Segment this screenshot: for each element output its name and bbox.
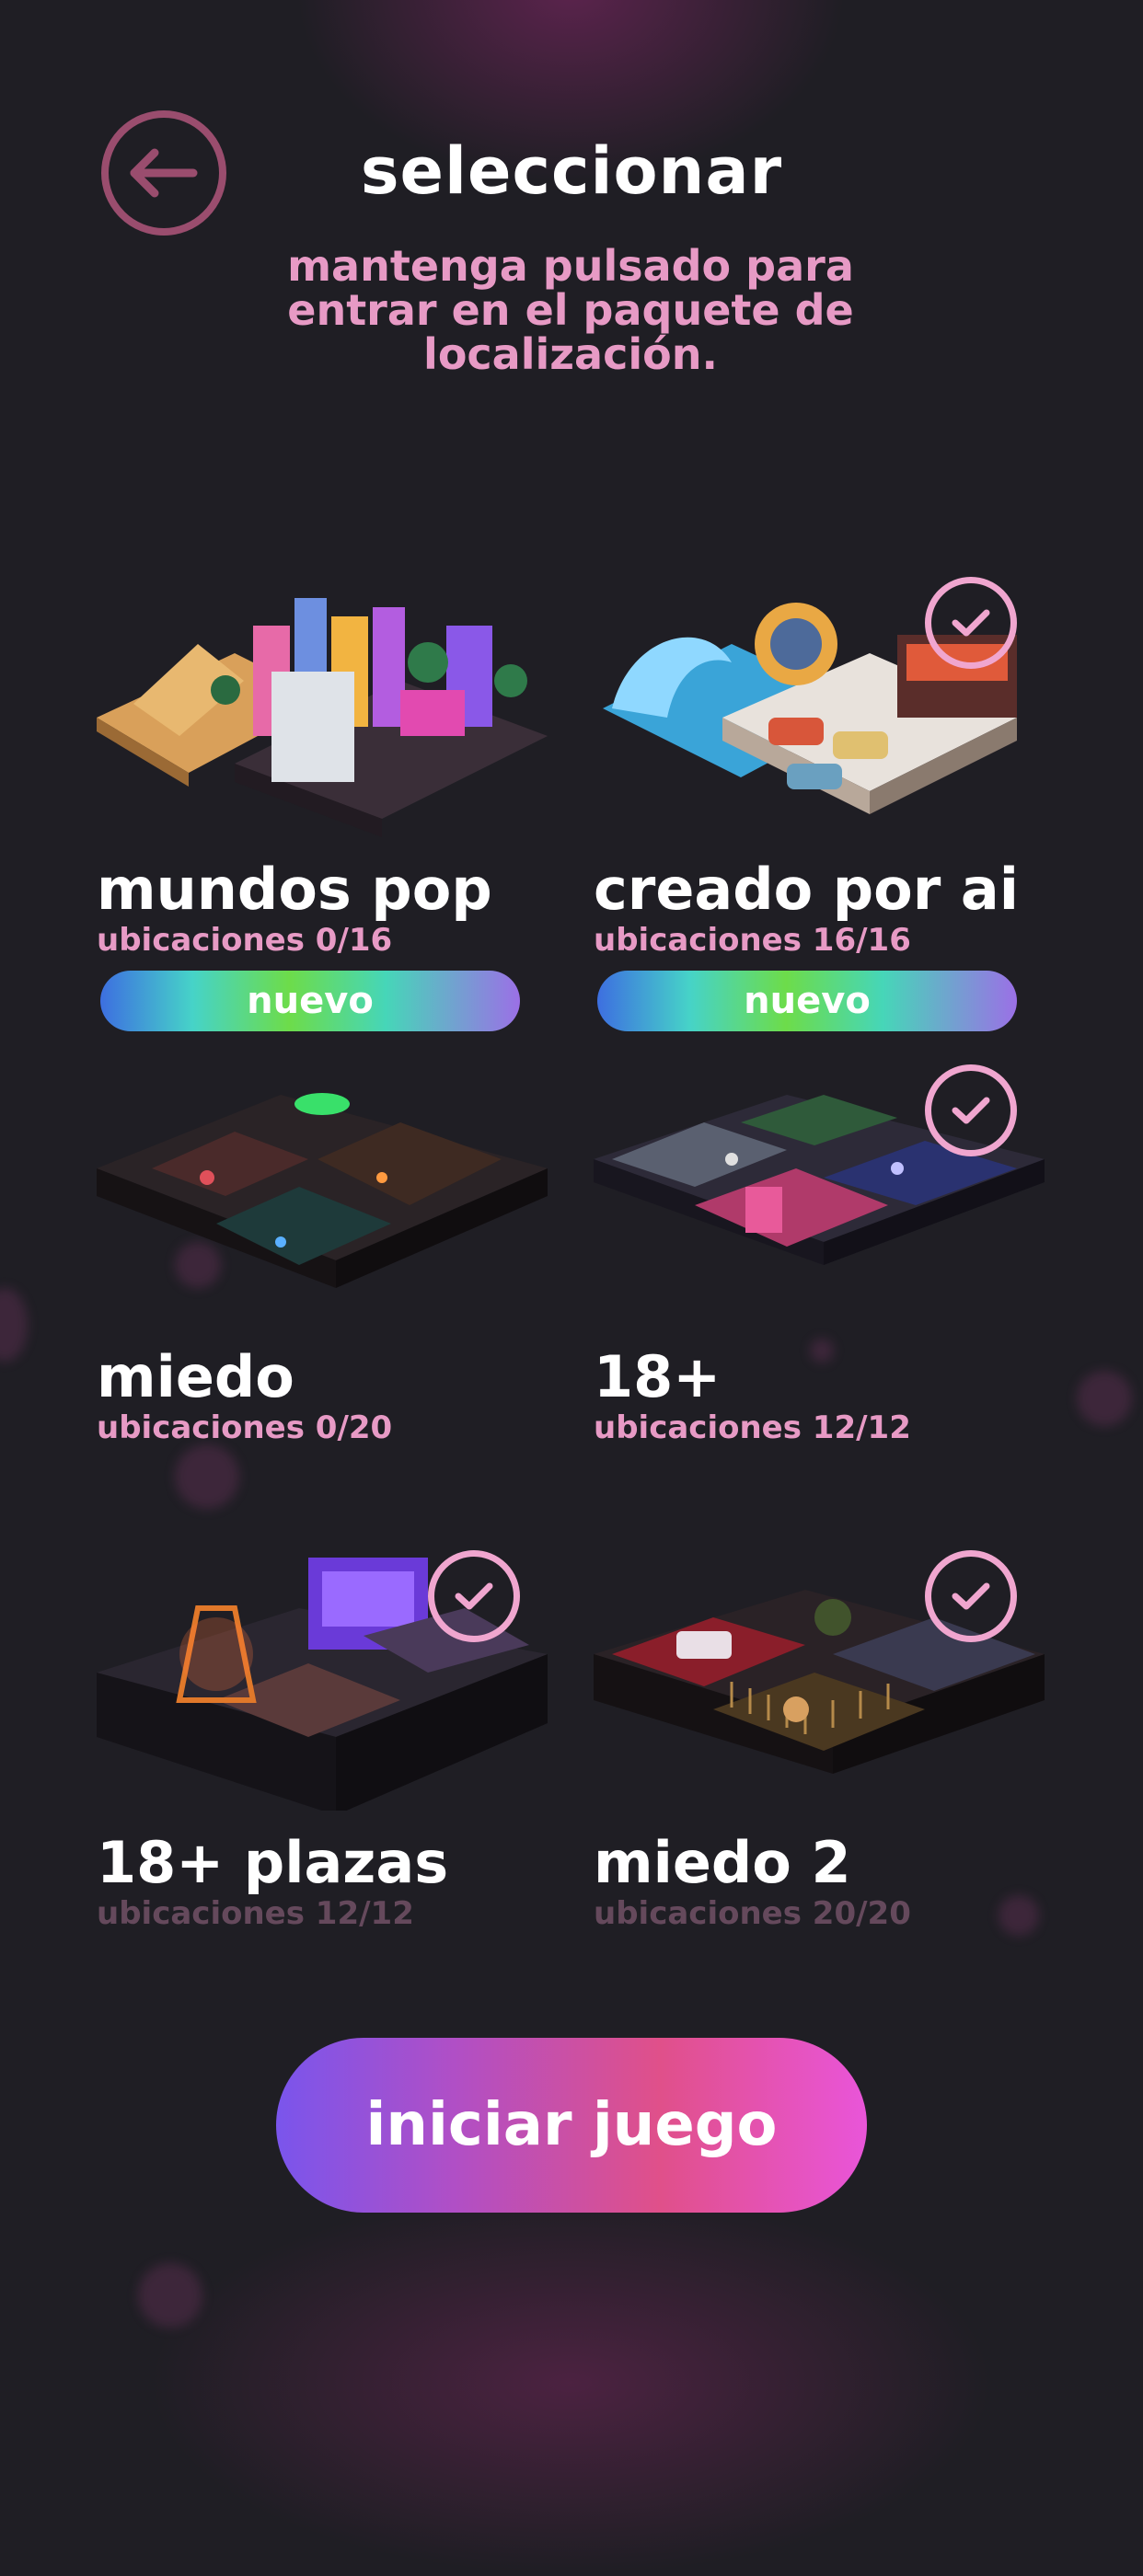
page-title: seleccionar bbox=[360, 133, 783, 209]
pack-location-count: ubicaciones 0/20 bbox=[97, 1409, 393, 1446]
check-icon bbox=[952, 1097, 990, 1124]
new-badge: nuevo bbox=[100, 971, 520, 1031]
pack-card-18-plus[interactable]: 18+ ubicaciones 12/12 bbox=[594, 1064, 1045, 1454]
pack-location-count: ubicaciones 12/12 bbox=[594, 1409, 911, 1446]
pack-name: creado por ai bbox=[594, 856, 1020, 923]
start-game-button[interactable]: iniciar juego bbox=[276, 2038, 867, 2213]
pack-location-count: ubicaciones 0/16 bbox=[97, 922, 393, 959]
bokeh-dot bbox=[138, 2263, 202, 2328]
pack-card-miedo[interactable]: miedo ubicaciones 0/20 bbox=[97, 1067, 548, 1454]
pack-location-count: ubicaciones 16/16 bbox=[594, 922, 911, 959]
page-subtitle: mantenga pulsado para entrar en el paque… bbox=[287, 241, 854, 379]
pack-card-miedo-2[interactable]: miedo 2 ubicaciones 20/20 bbox=[594, 1550, 1045, 1939]
check-icon bbox=[952, 609, 990, 637]
pack-name: miedo bbox=[97, 1343, 294, 1410]
new-badge: nuevo bbox=[597, 971, 1017, 1031]
selected-check bbox=[925, 1550, 1017, 1642]
pack-thumbnail bbox=[97, 598, 548, 837]
bokeh-dot bbox=[0, 1288, 28, 1362]
selected-check bbox=[428, 1550, 520, 1642]
selected-check bbox=[925, 577, 1017, 669]
pack-card-18-plus-plazas[interactable]: 18+ plazas ubicaciones 12/12 bbox=[97, 1550, 548, 1939]
pack-name: 18+ bbox=[594, 1343, 722, 1410]
selected-check bbox=[925, 1064, 1017, 1156]
check-icon bbox=[952, 1582, 990, 1610]
bokeh-dot bbox=[1077, 1371, 1132, 1426]
pack-location-count: ubicaciones 12/12 bbox=[97, 1895, 414, 1932]
pack-thumbnail bbox=[97, 1093, 548, 1288]
pack-card-creado-por-ai[interactable]: creado por ai ubicaciones 16/16 nuevo bbox=[594, 577, 1045, 1040]
background-glow-bottom bbox=[147, 2190, 994, 2576]
pack-card-mundos-pop[interactable]: mundos pop ubicaciones 0/16 nuevo bbox=[97, 580, 548, 1040]
pack-location-count: ubicaciones 20/20 bbox=[594, 1895, 911, 1932]
check-icon bbox=[455, 1582, 493, 1610]
pack-name: mundos pop bbox=[97, 856, 492, 923]
pack-name: 18+ plazas bbox=[97, 1829, 449, 1896]
bokeh-dot bbox=[175, 1444, 239, 1509]
pack-name: miedo 2 bbox=[594, 1829, 851, 1896]
